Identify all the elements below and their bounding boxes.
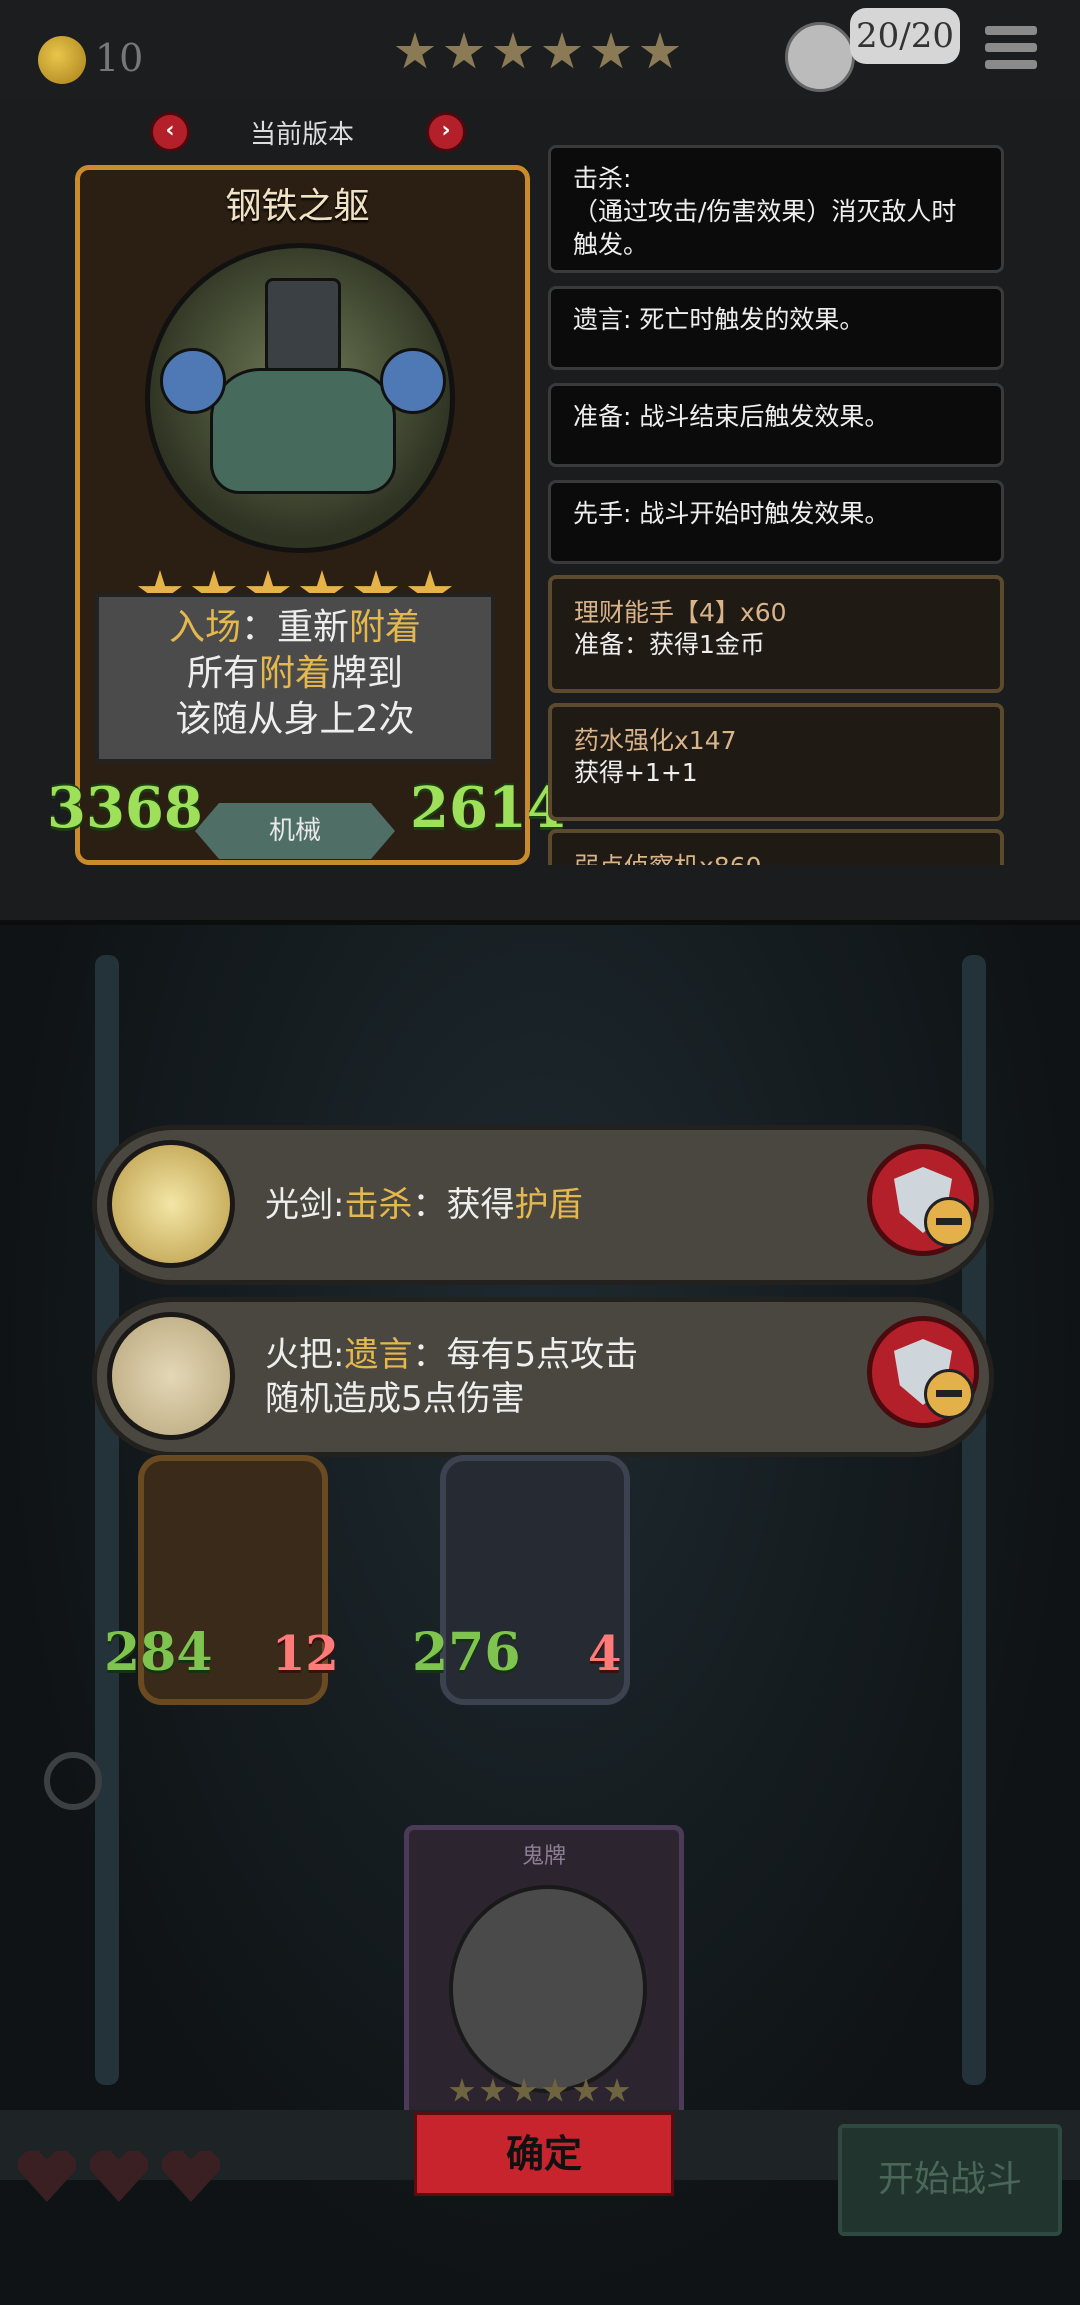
search-icon[interactable] <box>44 1752 102 1810</box>
minus-icon <box>924 1197 974 1247</box>
unit-health: 4 <box>588 1626 622 1682</box>
tier-stars <box>395 32 680 72</box>
minion-card: 钢铁之躯 入场：重新附着 所有附着牌到 该随从身上2次 3368 机械 2614 <box>47 165 566 865</box>
star-icon <box>395 32 435 69</box>
card-attack: 3368 <box>47 775 203 841</box>
start-battle-button[interactable]: 开始战斗 <box>838 2124 1062 2236</box>
ghost-card-label: 鬼牌 <box>521 1844 566 1869</box>
confirm-button[interactable]: 确定 <box>414 2112 674 2196</box>
gold-coin-icon <box>38 36 86 84</box>
unequip-button[interactable] <box>867 1144 979 1256</box>
light-sword-icon <box>107 1140 235 1268</box>
card-tribe: 机械 <box>195 803 395 859</box>
item-description: 光剑: 击杀 ：获得 护盾 <box>265 1185 583 1225</box>
prev-version-button[interactable]: ‹ <box>150 112 190 152</box>
star-icon <box>542 32 582 69</box>
keyword-entry: 先手: 战斗开始时触发效果。 <box>548 480 1004 564</box>
next-version-button[interactable]: › <box>426 112 466 152</box>
version-selector: ‹ 当前版本 › <box>150 112 466 152</box>
unit-health: 12 <box>272 1626 339 1682</box>
skull-portrait <box>449 1885 647 2093</box>
coin-count: 10 <box>95 36 144 80</box>
star-icon <box>444 32 484 69</box>
torch-icon <box>107 1312 235 1440</box>
menu-icon[interactable] <box>985 26 1037 76</box>
heart-icon <box>162 2151 220 2202</box>
card-description: 入场：重新附着 所有附着牌到 该随从身上2次 <box>95 593 495 763</box>
heart-icon <box>90 2151 148 2202</box>
keyword-list[interactable]: 击杀: （通过攻击/伤害效果）消灭敌人时触发。 遗言: 死亡时触发的效果。 准备… <box>548 145 1008 865</box>
buff-entry: 理财能手【4】x60 准备：获得1金币 <box>548 575 1004 693</box>
minus-icon <box>924 1369 974 1419</box>
robot-portrait <box>145 243 455 553</box>
equipment-row: 火把:遗言：每有5点攻击 随机造成5点伤害 <box>92 1297 994 1457</box>
health-badge: 20/20 <box>850 8 960 64</box>
lives <box>18 2150 220 2202</box>
star-icon <box>640 32 680 69</box>
version-label: 当前版本 <box>249 120 354 150</box>
keyword-entry: 击杀: （通过攻击/伤害效果）消灭敌人时触发。 <box>548 145 1004 273</box>
right-pillar <box>962 955 986 2085</box>
left-pillar <box>95 955 119 2085</box>
equipment-row: 光剑: 击杀 ：获得 护盾 <box>92 1125 994 1285</box>
item-description: 火把:遗言：每有5点攻击 随机造成5点伤害 <box>265 1335 639 1419</box>
player-avatar[interactable] <box>785 22 855 92</box>
unit-attack: 276 <box>412 1622 521 1683</box>
star-icon <box>493 32 533 69</box>
unequip-button[interactable] <box>867 1316 979 1428</box>
card-name: 钢铁之躯 <box>225 186 370 227</box>
heart-icon <box>18 2151 76 2202</box>
star-icon <box>591 32 631 69</box>
keyword-entry: 遗言: 死亡时触发的效果。 <box>548 286 1004 370</box>
buff-entry: 药水强化x147 获得+1+1 <box>548 703 1004 821</box>
buff-entry: 弱点侦察机x860 <box>548 829 1004 865</box>
unit-attack: 284 <box>104 1622 213 1683</box>
keyword-entry: 准备: 战斗结束后触发效果。 <box>548 383 1004 467</box>
ghost-card-stars <box>449 2078 630 2104</box>
card-health: 2614 <box>410 775 566 841</box>
